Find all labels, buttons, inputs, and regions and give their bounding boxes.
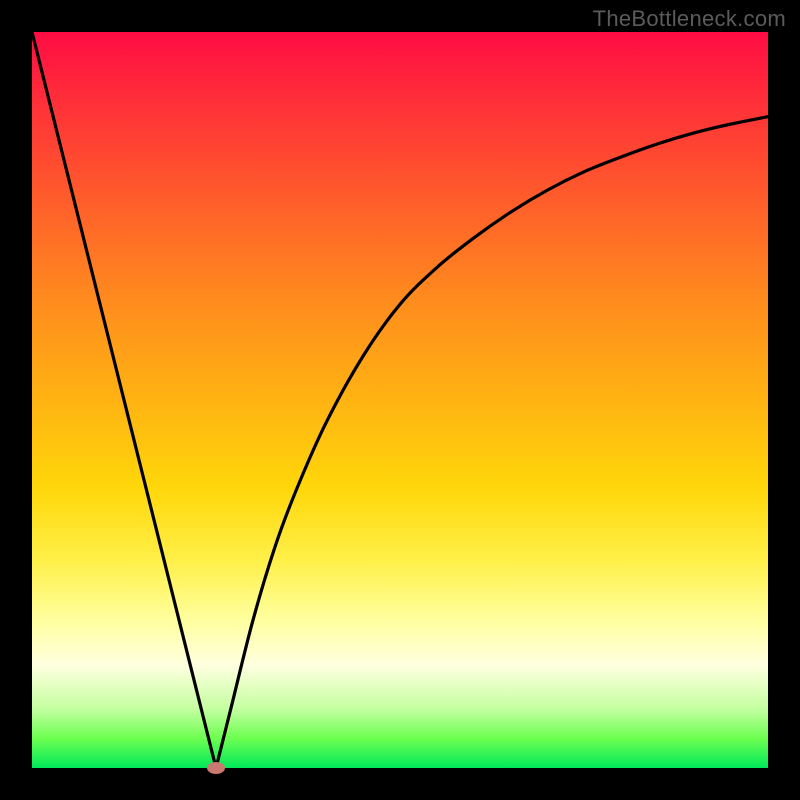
minimum-marker (207, 762, 225, 774)
watermark-text: TheBottleneck.com (593, 6, 786, 32)
chart-frame: TheBottleneck.com (0, 0, 800, 800)
bottleneck-curve (32, 32, 768, 768)
curve-path (32, 32, 768, 768)
plot-area (32, 32, 768, 768)
